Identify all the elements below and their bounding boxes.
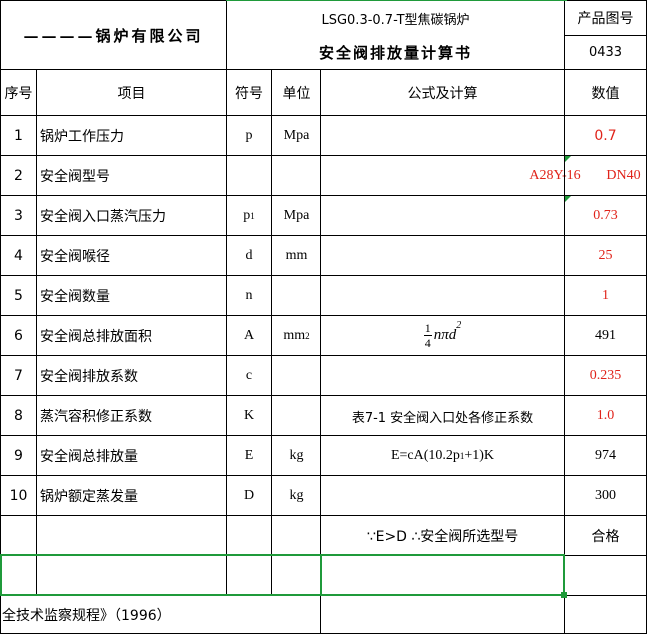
row-symbol: K (243, 408, 255, 423)
column-header-index: 序号 (4, 86, 33, 102)
row-value: 0.7 (594, 128, 617, 144)
grid-line (271, 70, 272, 596)
row-value: 1 (602, 288, 609, 303)
selection-outline-top (226, 0, 567, 3)
product-number-label: 产品图号 (577, 11, 634, 27)
grid-line (36, 70, 37, 596)
row-unit: Mpa (283, 208, 310, 223)
row-unit: mm (285, 248, 308, 263)
column-header-formula: 公式及计算 (407, 86, 478, 102)
row-symbol: c (245, 368, 253, 383)
grid-line (226, 70, 227, 596)
valve-size: DN40 (606, 168, 641, 183)
row-symbol: n (245, 288, 253, 303)
fraction: 14 (423, 320, 432, 350)
row-number: 1 (14, 128, 23, 144)
grid-line (0, 69, 647, 70)
grid-line (564, 35, 647, 36)
active-cell-outline (320, 554, 565, 596)
row-item: 安全阀数量 (40, 289, 110, 305)
row-number: 3 (14, 208, 23, 224)
row-value: 0.235 (589, 368, 622, 383)
row-unit: kg (289, 488, 304, 503)
row-value: 491 (595, 328, 616, 343)
row-value: 974 (595, 448, 616, 463)
grid-line (0, 195, 647, 196)
row-item: 锅炉工作压力 (40, 129, 124, 145)
grid-line (0, 475, 647, 476)
grid-line (0, 0, 1, 634)
row-number: 4 (14, 248, 23, 264)
row-item: 安全阀总排放量 (40, 449, 138, 465)
product-number: 0433 (588, 45, 623, 60)
area-formula: 14 nπd 2 (423, 320, 462, 350)
grid-line (564, 0, 565, 634)
spreadsheet: ————锅炉有限公司 LSG0.3-0.7-T型焦碳锅炉 安全阀排放量计算书 产… (0, 0, 647, 634)
row-number: 7 (14, 368, 23, 384)
row-symbol: A (243, 328, 255, 343)
discharge-formula: E=cA(10.2p 1 +1)K (390, 448, 495, 463)
grid-line (0, 515, 647, 516)
row-symbol: p1 (243, 208, 255, 223)
row-symbol: D (243, 488, 255, 503)
row-value: 1.0 (596, 408, 615, 423)
cell-comment-marker (565, 156, 571, 162)
cell-comment-marker (565, 196, 571, 202)
row-item: 蒸汽容积修正系数 (40, 409, 152, 425)
row-number: 5 (14, 288, 23, 304)
row-unit: mm 2 (283, 328, 310, 343)
valve-model: A28Y-16 (529, 168, 581, 183)
row-symbol: d (245, 248, 253, 263)
grid-line (0, 275, 647, 276)
selection-outline-row (0, 554, 322, 596)
footnote: 全技术监察规程》（1996） (2, 608, 171, 624)
grid-line (0, 435, 647, 436)
row-item: 安全阀型号 (40, 169, 110, 185)
row-unit: kg (289, 448, 304, 463)
column-header-item: 项目 (117, 86, 146, 102)
row-item: 安全阀排放系数 (40, 369, 138, 385)
column-header-value: 数值 (591, 86, 620, 102)
model-title: LSG0.3-0.7-T型焦碳锅炉 (321, 12, 470, 28)
row-item: 安全阀喉径 (40, 249, 110, 265)
row-item: 锅炉额定蒸发量 (40, 489, 138, 505)
row-value: 0.73 (593, 208, 618, 223)
column-header-unit: 单位 (282, 86, 311, 102)
grid-line (0, 315, 647, 316)
row-number: 10 (9, 488, 28, 504)
grid-line (0, 235, 647, 236)
grid-line (320, 70, 321, 634)
conclusion-text: ∵E>D ∴安全阀所选型号 (366, 529, 519, 545)
grid-line (0, 155, 647, 156)
grid-line (0, 115, 647, 116)
row-value: 25 (598, 248, 613, 263)
row-unit: Mpa (283, 128, 310, 143)
row-number: 9 (14, 448, 23, 464)
row-number: 8 (14, 408, 23, 424)
row-formula: 表7-1 安全阀入口处各修正系数 (351, 410, 534, 426)
row-item: 安全阀总排放面积 (40, 329, 152, 345)
company-name: ————锅炉有限公司 (23, 26, 204, 45)
column-header-symbol: 符号 (235, 86, 263, 102)
grid-line (226, 0, 227, 70)
row-number: 6 (14, 328, 23, 344)
conclusion-result: 合格 (591, 529, 620, 545)
fill-handle[interactable] (561, 592, 567, 598)
row-symbol: E (244, 448, 254, 463)
document-title: 安全阀排放量计算书 (318, 44, 472, 62)
row-number: 2 (14, 168, 23, 184)
row-value: 300 (595, 488, 616, 503)
row-item: 安全阀入口蒸汽压力 (40, 209, 166, 225)
grid-line (0, 395, 647, 396)
row-symbol: p (245, 128, 253, 143)
grid-line (0, 355, 647, 356)
